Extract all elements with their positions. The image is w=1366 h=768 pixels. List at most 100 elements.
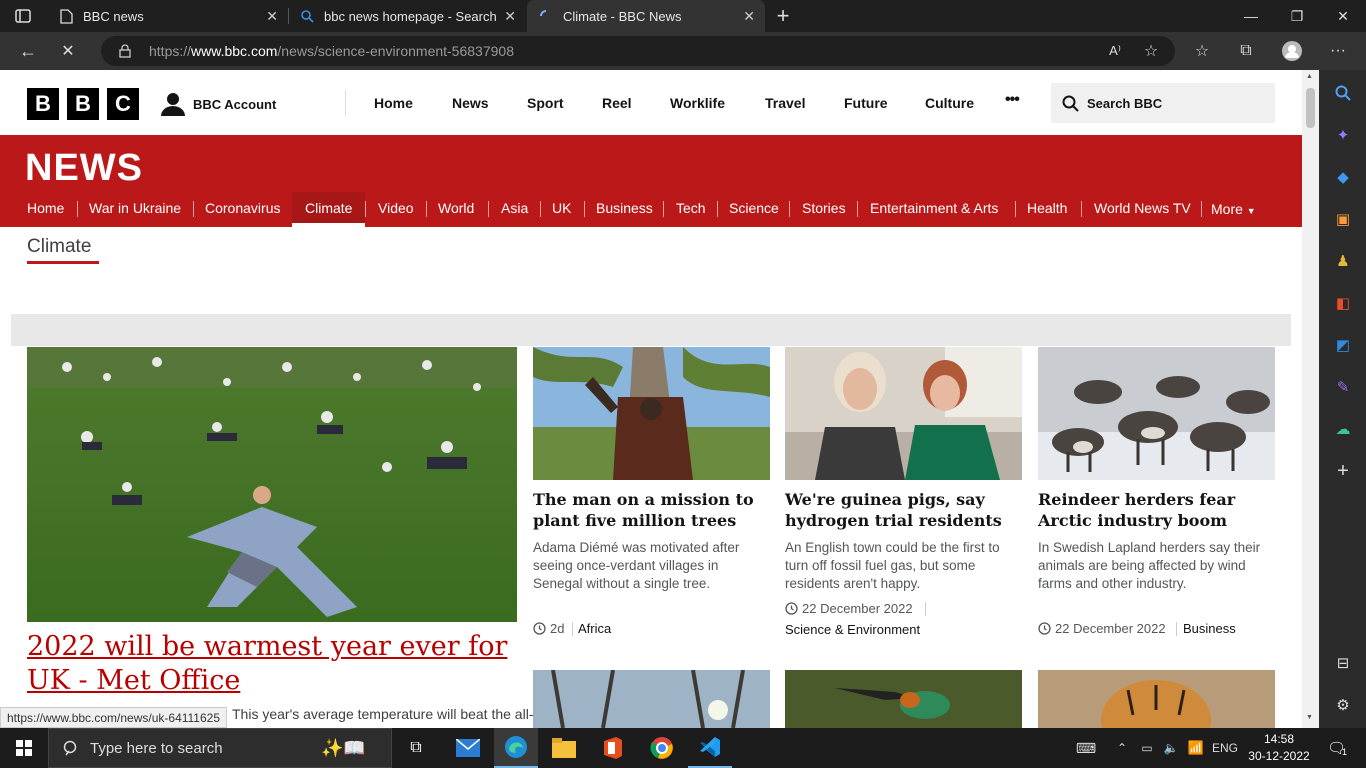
card-tag[interactable]: Africa: [578, 621, 611, 636]
restore-icon[interactable]: ❐: [1274, 0, 1320, 32]
card-image-hummingbird[interactable]: [785, 670, 1022, 728]
tab-bbc-search[interactable]: bbc news homepage - Search ✕: [289, 0, 526, 32]
bbc-search-box[interactable]: Search BBC: [1051, 83, 1275, 123]
news-nav-asia[interactable]: Asia: [501, 200, 528, 216]
news-nav-health[interactable]: Health: [1027, 200, 1067, 216]
language-indicator[interactable]: ENG: [1210, 728, 1240, 768]
show-hidden-icons-icon[interactable]: ⌃: [1110, 728, 1134, 768]
sidebar-search-icon[interactable]: [1331, 81, 1355, 105]
volume-icon[interactable]: 🔈: [1160, 728, 1182, 768]
mail-app-icon[interactable]: [446, 728, 490, 768]
read-aloud-icon[interactable]: A⁾: [1105, 41, 1125, 61]
scrollbar-thumb[interactable]: [1306, 88, 1315, 128]
sidebar-shopping-icon[interactable]: ◆: [1331, 165, 1355, 189]
tab-actions-icon[interactable]: [12, 6, 34, 26]
news-nav-coronavirus[interactable]: Coronavirus: [205, 200, 280, 216]
collections-icon[interactable]: ⧉: [1235, 40, 1257, 62]
battery-icon[interactable]: ▭: [1136, 728, 1158, 768]
topnav-worklife[interactable]: Worklife: [670, 95, 725, 111]
topnav-news[interactable]: News: [452, 95, 489, 111]
sidebar-drop-icon[interactable]: ☁: [1331, 417, 1355, 441]
minimize-icon[interactable]: —: [1228, 0, 1274, 32]
url-text[interactable]: https://www.bbc.com/news/science-environ…: [149, 43, 514, 59]
news-nav-business[interactable]: Business: [596, 200, 653, 216]
news-nav-entertainment-arts[interactable]: Entertainment & Arts: [870, 200, 998, 216]
close-tab-icon[interactable]: ✕: [504, 8, 516, 25]
topnav-reel[interactable]: Reel: [602, 95, 632, 111]
sidebar-designer-icon[interactable]: ✎: [1331, 375, 1355, 399]
topnav-more-dots[interactable]: •••: [1005, 91, 1020, 109]
stop-loading-icon[interactable]: ✕: [56, 40, 80, 62]
news-nav-climate[interactable]: Climate: [305, 200, 352, 216]
search-highlight-icon[interactable]: ✨📖: [321, 738, 366, 759]
news-nav-more[interactable]: More ▼: [1211, 201, 1256, 217]
sidebar-settings-icon[interactable]: ⚙: [1331, 693, 1355, 717]
close-window-icon[interactable]: ✕: [1320, 0, 1366, 32]
card-title[interactable]: The man on a mission to plant five milli…: [533, 489, 773, 531]
sidebar-tools-icon[interactable]: ▣: [1331, 207, 1355, 231]
profile-avatar[interactable]: [1280, 39, 1304, 63]
taskbar-search-box[interactable]: Type here to search ✨📖: [48, 728, 392, 768]
topnav-culture[interactable]: Culture: [925, 95, 974, 111]
card-tag[interactable]: Science & Environment: [785, 622, 920, 637]
news-nav-video[interactable]: Video: [378, 200, 414, 216]
topnav-home[interactable]: Home: [374, 95, 413, 111]
sidebar-add-icon[interactable]: +: [1331, 459, 1355, 483]
news-nav-world[interactable]: World: [438, 200, 474, 216]
topnav-sport[interactable]: Sport: [527, 95, 564, 111]
keyboard-icon[interactable]: ⌨: [1070, 728, 1102, 768]
bbc-logo-b2[interactable]: B: [67, 88, 99, 120]
bbc-logo-b1[interactable]: B: [27, 88, 59, 120]
vscode-app-icon[interactable]: [688, 728, 732, 768]
sidebar-office-icon[interactable]: ◧: [1331, 291, 1355, 315]
address-bar[interactable]: https://www.bbc.com/news/science-environ…: [101, 36, 1175, 66]
topnav-travel[interactable]: Travel: [765, 95, 805, 111]
network-icon[interactable]: 📶: [1184, 728, 1208, 768]
new-tab-icon[interactable]: +: [772, 3, 794, 28]
card-image-reindeer[interactable]: [1038, 347, 1275, 480]
scroll-down-arrow-icon[interactable]: ▼: [1306, 714, 1313, 721]
scroll-up-arrow-icon[interactable]: ▲: [1306, 73, 1313, 80]
sidebar-outlook-icon[interactable]: ◩: [1331, 333, 1355, 357]
clock[interactable]: 14:58 30-12-2022: [1244, 728, 1314, 768]
file-explorer-icon[interactable]: [542, 728, 586, 768]
card-tag[interactable]: Business: [1183, 621, 1236, 636]
sidebar-games-icon[interactable]: ♟: [1331, 249, 1355, 273]
more-menu-icon[interactable]: ···: [1327, 40, 1349, 62]
windows-start-icon[interactable]: [0, 728, 48, 768]
sidebar-hide-icon[interactable]: ⊟: [1331, 651, 1355, 675]
card-title[interactable]: We're guinea pigs, say hydrogen trial re…: [785, 489, 1022, 531]
news-nav-world-news-tv[interactable]: World News TV: [1094, 200, 1191, 216]
bbc-account-link[interactable]: BBC Account: [160, 91, 276, 117]
news-nav-science[interactable]: Science: [729, 200, 779, 216]
close-tab-icon[interactable]: ✕: [743, 8, 755, 25]
lead-story-headline[interactable]: 2022 will be warmest year ever for UK - …: [27, 630, 517, 698]
office-app-icon[interactable]: [590, 728, 634, 768]
chrome-app-icon[interactable]: [640, 728, 684, 768]
add-favorite-icon[interactable]: ☆: [1141, 41, 1161, 61]
lead-story-image[interactable]: [27, 347, 517, 622]
bbc-logo-c[interactable]: C: [107, 88, 139, 120]
sidebar-discover-icon[interactable]: ✦: [1331, 123, 1355, 147]
card-image-forest[interactable]: [533, 670, 770, 728]
topnav-future[interactable]: Future: [844, 95, 888, 111]
news-nav-uk[interactable]: UK: [552, 200, 571, 216]
card-image-tiger[interactable]: [1038, 670, 1275, 728]
news-nav-tech[interactable]: Tech: [676, 200, 706, 216]
edge-app-icon[interactable]: [494, 728, 538, 768]
tab-climate-active[interactable]: Climate - BBC News ✕: [527, 0, 765, 32]
card-image-trees[interactable]: [533, 347, 770, 480]
close-tab-icon[interactable]: ✕: [266, 8, 278, 25]
favorites-icon[interactable]: ☆: [1191, 40, 1213, 62]
card-title[interactable]: Reindeer herders fear Arctic industry bo…: [1038, 489, 1275, 531]
news-nav-stories[interactable]: Stories: [802, 200, 846, 216]
back-icon[interactable]: ←: [16, 40, 40, 62]
tab-bbc-news[interactable]: BBC news ✕: [48, 0, 288, 32]
news-logo[interactable]: NEWS: [25, 147, 143, 190]
task-view-icon[interactable]: ⧉: [396, 728, 436, 768]
news-nav-home[interactable]: Home: [27, 200, 64, 216]
card-image-residents[interactable]: [785, 347, 1022, 480]
notifications-icon[interactable]: 🗨 1: [1322, 728, 1352, 768]
page-scrollbar[interactable]: ▲ ▼: [1302, 70, 1319, 728]
lock-icon[interactable]: [119, 44, 131, 58]
